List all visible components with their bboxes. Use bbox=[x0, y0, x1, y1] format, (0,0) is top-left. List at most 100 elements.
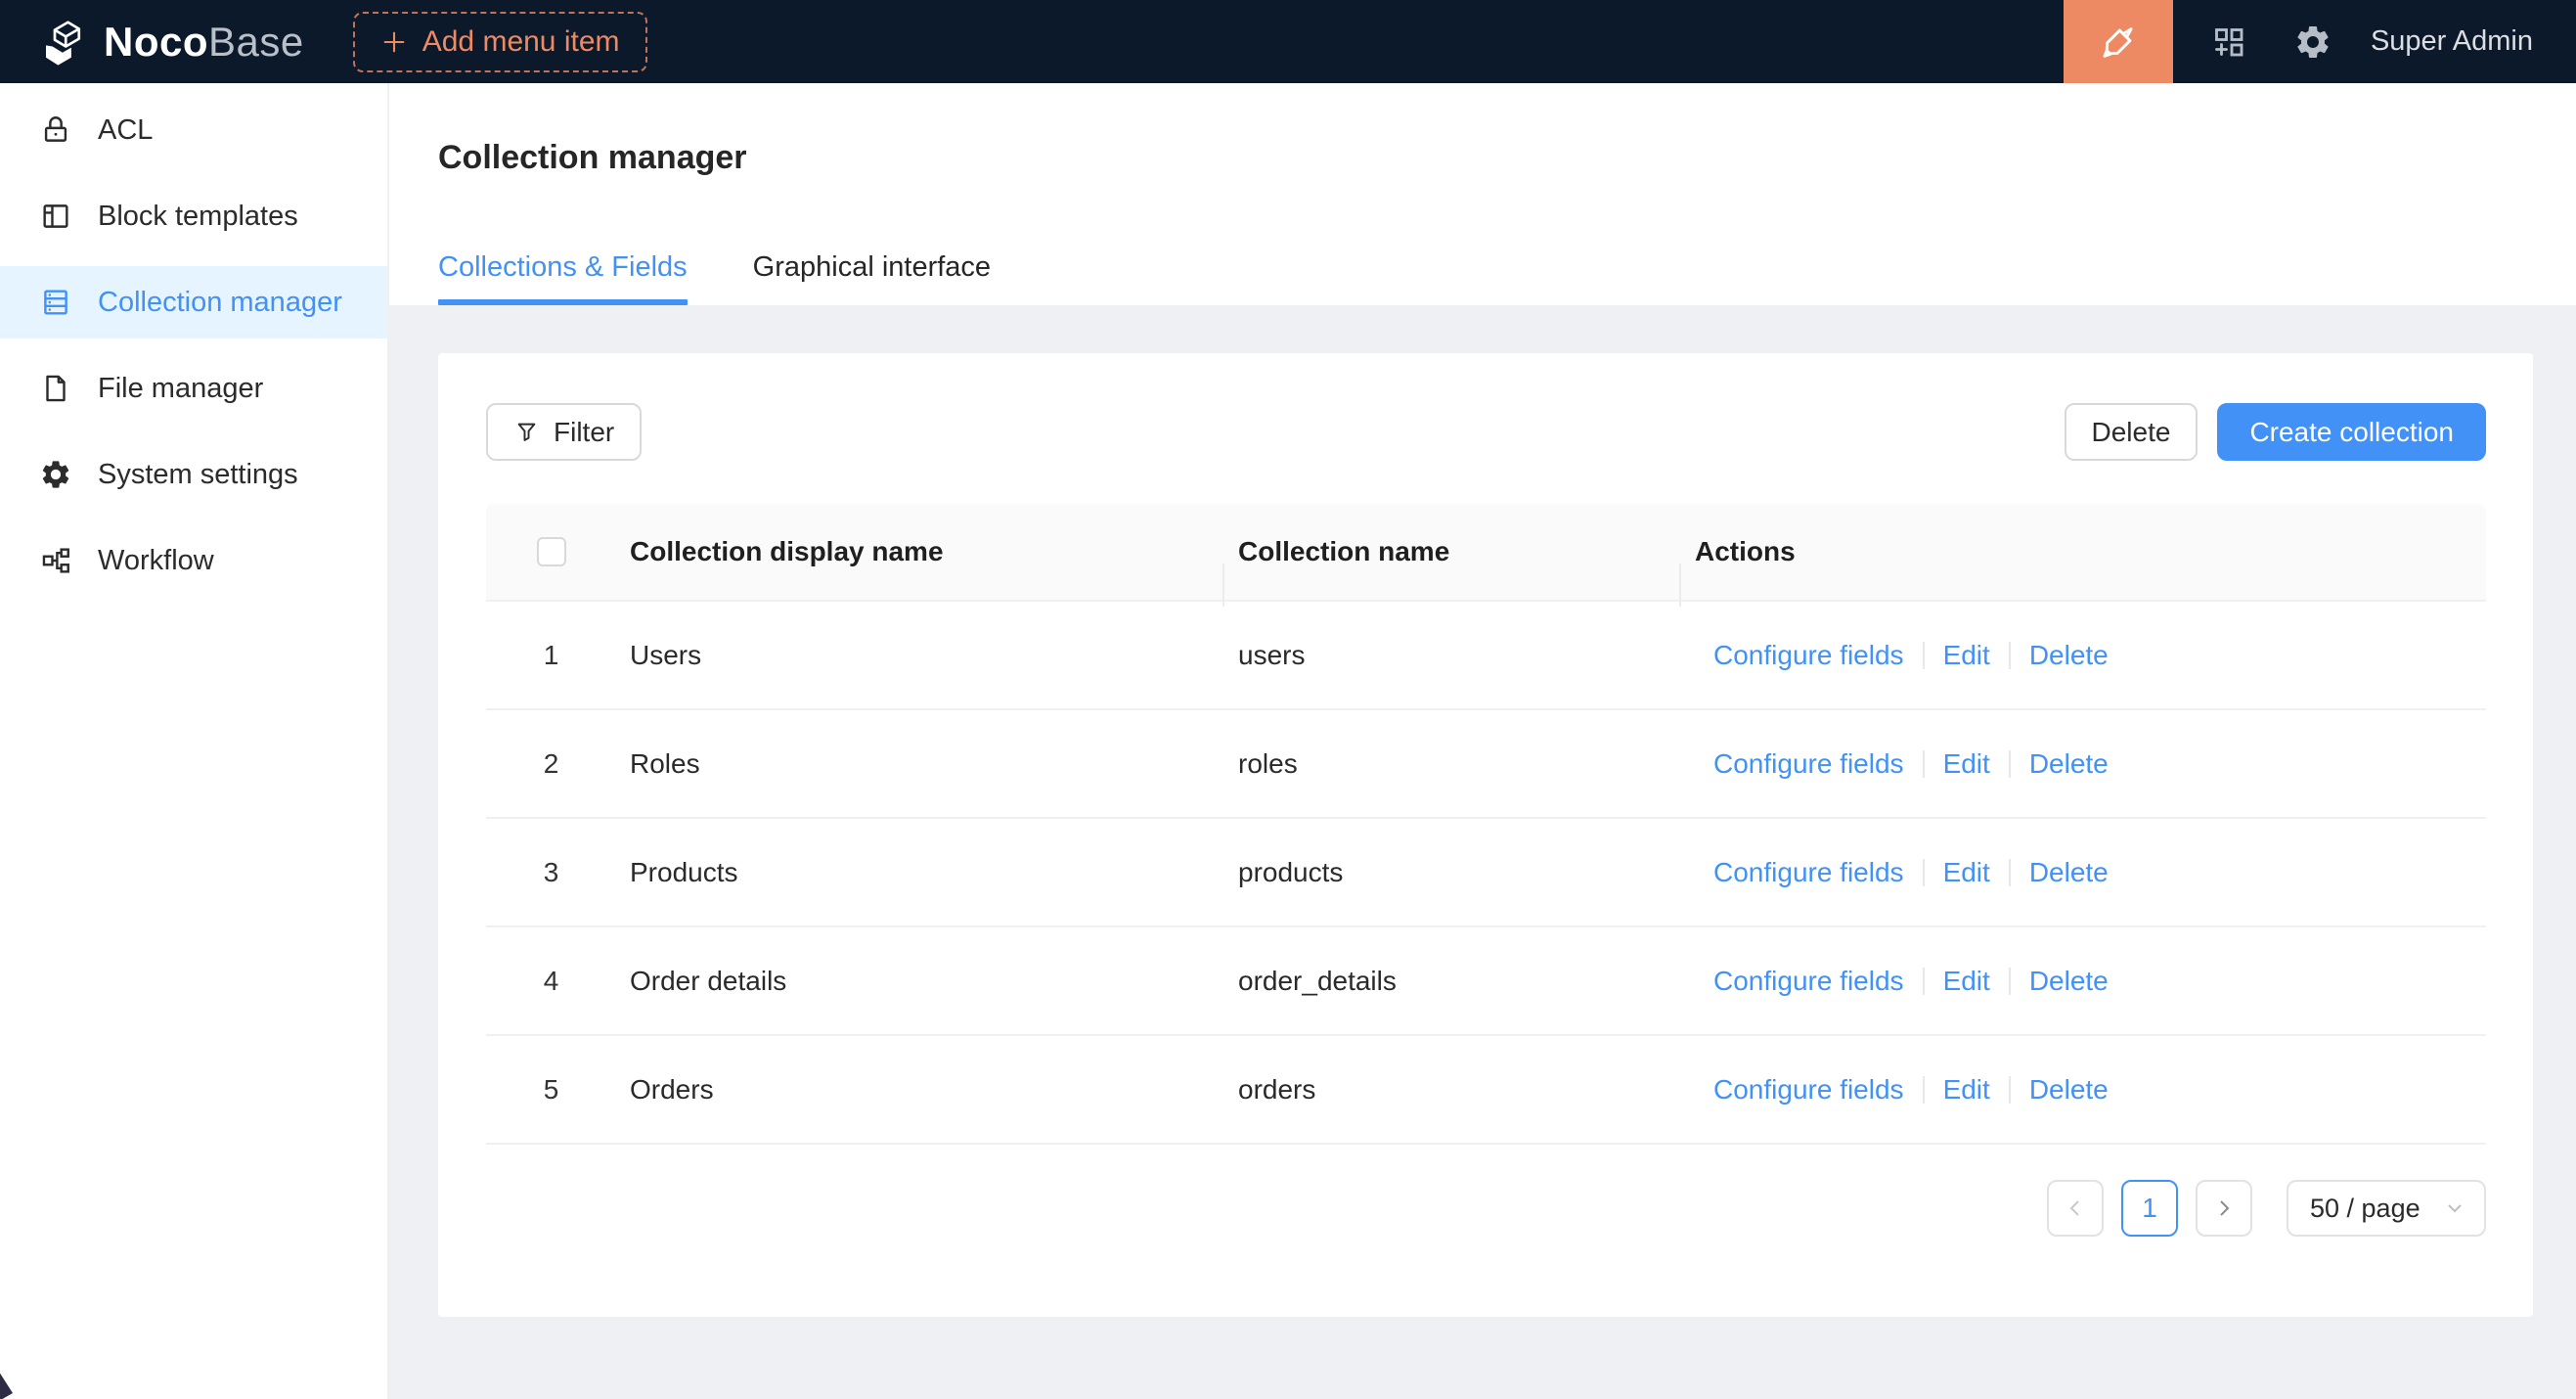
brand-name-bold: Noco bbox=[104, 19, 208, 65]
edit-link[interactable]: Edit bbox=[1943, 640, 1990, 671]
sidebar-item-system-settings[interactable]: System settings bbox=[0, 438, 387, 511]
pagination: 1 50 / page bbox=[486, 1180, 2486, 1237]
filter-icon bbox=[513, 419, 540, 445]
sidebar-item-label: System settings bbox=[98, 459, 298, 491]
header-select-cell bbox=[486, 537, 616, 566]
cell-display-name: Roles bbox=[616, 748, 1224, 780]
content-area: Filter Delete Create collection bbox=[389, 305, 2576, 1399]
appstore-add-icon bbox=[2209, 23, 2248, 62]
brand-name-light: Base bbox=[208, 19, 304, 65]
create-collection-label: Create collection bbox=[2249, 417, 2454, 448]
table-row: 5 Orders orders Configure fields Edit Dele… bbox=[486, 1036, 2486, 1145]
settings-button[interactable] bbox=[2285, 0, 2341, 83]
sidebar-item-acl[interactable]: ACL bbox=[0, 94, 387, 166]
edit-link[interactable]: Edit bbox=[1943, 748, 1990, 780]
cell-collection-name: users bbox=[1224, 640, 1681, 671]
collections-table: Collection display name Collection name … bbox=[486, 504, 2486, 1145]
topbar-right: Super Admin bbox=[2064, 0, 2576, 83]
configure-fields-link[interactable]: Configure fields bbox=[1713, 857, 1904, 888]
table-row: 3 Products products Configure fields Edit… bbox=[486, 819, 2486, 927]
sidebar-item-block-templates[interactable]: Block templates bbox=[0, 180, 387, 252]
delete-link[interactable]: Delete bbox=[2029, 748, 2109, 780]
configure-fields-link[interactable]: Configure fields bbox=[1713, 966, 1904, 997]
row-index: 2 bbox=[486, 748, 616, 780]
sidebar-item-label: Collection manager bbox=[98, 287, 342, 319]
chevron-right-icon bbox=[2212, 1196, 2236, 1220]
highlighter-icon bbox=[2098, 22, 2139, 63]
toolbar: Filter Delete Create collection bbox=[486, 403, 2486, 461]
tabs: Collections & Fields Graphical interface bbox=[438, 250, 2576, 305]
cell-collection-name: orders bbox=[1224, 1074, 1681, 1106]
pagination-next-button[interactable] bbox=[2196, 1180, 2252, 1237]
layout-icon bbox=[39, 200, 72, 233]
delete-button[interactable]: Delete bbox=[2065, 403, 2198, 461]
plugins-button[interactable] bbox=[2200, 0, 2257, 83]
page-title: Collection manager bbox=[438, 138, 2576, 177]
delete-button-label: Delete bbox=[2092, 417, 2171, 448]
page-header: Collection manager Collections & Fields … bbox=[389, 83, 2576, 305]
row-index: 5 bbox=[486, 1074, 616, 1106]
cell-display-name: Products bbox=[616, 857, 1224, 888]
tab-graphical-interface[interactable]: Graphical interface bbox=[753, 250, 991, 305]
gear-icon bbox=[2293, 23, 2332, 62]
sidebar-item-label: ACL bbox=[98, 114, 153, 147]
column-header-actions: Actions bbox=[1681, 536, 2486, 567]
cell-display-name: Users bbox=[616, 640, 1224, 671]
tab-collections-and-fields[interactable]: Collections & Fields bbox=[438, 250, 688, 305]
cell-actions: Configure fields Edit Delete bbox=[1681, 966, 2486, 997]
user-menu[interactable]: Super Admin bbox=[2371, 25, 2533, 58]
chevron-left-icon bbox=[2064, 1196, 2087, 1220]
filter-button[interactable]: Filter bbox=[486, 403, 642, 461]
sidebar: ACL Block templates Collection manager bbox=[0, 83, 389, 1399]
edit-link[interactable]: Edit bbox=[1943, 857, 1990, 888]
add-menu-item-label: Add menu item bbox=[422, 25, 620, 59]
cell-display-name: Orders bbox=[616, 1074, 1224, 1106]
sidebar-item-label: Workflow bbox=[98, 545, 214, 577]
cell-actions: Configure fields Edit Delete bbox=[1681, 748, 2486, 780]
gear-icon bbox=[39, 458, 72, 491]
delete-link[interactable]: Delete bbox=[2029, 966, 2109, 997]
pagination-page-1[interactable]: 1 bbox=[2121, 1180, 2178, 1237]
sidebar-item-label: File manager bbox=[98, 373, 263, 405]
delete-link[interactable]: Delete bbox=[2029, 857, 2109, 888]
delete-link[interactable]: Delete bbox=[2029, 1074, 2109, 1106]
table-row: 4 Order details order_details Configure … bbox=[486, 927, 2486, 1036]
pagination-prev-button[interactable] bbox=[2047, 1180, 2104, 1237]
cell-actions: Configure fields Edit Delete bbox=[1681, 1074, 2486, 1106]
sidebar-item-collection-manager[interactable]: Collection manager bbox=[0, 266, 387, 338]
workflow-icon bbox=[39, 544, 72, 577]
sidebar-item-workflow[interactable]: Workflow bbox=[0, 524, 387, 597]
configure-fields-link[interactable]: Configure fields bbox=[1713, 640, 1904, 671]
edit-link[interactable]: Edit bbox=[1943, 966, 1990, 997]
add-menu-item-button[interactable]: Add menu item bbox=[353, 12, 647, 72]
cell-collection-name: order_details bbox=[1224, 966, 1681, 997]
table-header-row: Collection display name Collection name … bbox=[486, 504, 2486, 602]
filter-button-label: Filter bbox=[554, 417, 614, 448]
mouse-cursor-artifact bbox=[0, 1366, 30, 1399]
column-header-collection-name: Collection name bbox=[1224, 536, 1681, 567]
ui-editor-button[interactable] bbox=[2064, 0, 2173, 83]
collections-card: Filter Delete Create collection bbox=[438, 353, 2533, 1317]
configure-fields-link[interactable]: Configure fields bbox=[1713, 1074, 1904, 1106]
sidebar-item-file-manager[interactable]: File manager bbox=[0, 352, 387, 425]
delete-link[interactable]: Delete bbox=[2029, 640, 2109, 671]
edit-link[interactable]: Edit bbox=[1943, 1074, 1990, 1106]
tab-label: Graphical interface bbox=[753, 251, 991, 283]
column-header-display-name: Collection display name bbox=[616, 536, 1224, 567]
cell-collection-name: products bbox=[1224, 857, 1681, 888]
configure-fields-link[interactable]: Configure fields bbox=[1713, 748, 1904, 780]
chevron-down-icon bbox=[2443, 1196, 2466, 1220]
current-page-number: 1 bbox=[2142, 1193, 2157, 1224]
cell-collection-name: roles bbox=[1224, 748, 1681, 780]
cell-actions: Configure fields Edit Delete bbox=[1681, 640, 2486, 671]
sidebar-item-label: Block templates bbox=[98, 201, 298, 233]
row-index: 3 bbox=[486, 857, 616, 888]
cell-actions: Configure fields Edit Delete bbox=[1681, 857, 2486, 888]
cube-logo-icon bbox=[37, 16, 90, 68]
create-collection-button[interactable]: Create collection bbox=[2217, 403, 2486, 461]
row-index: 1 bbox=[486, 640, 616, 671]
row-index: 4 bbox=[486, 966, 616, 997]
page-size-select[interactable]: 50 / page bbox=[2287, 1180, 2486, 1237]
select-all-checkbox[interactable] bbox=[537, 537, 566, 566]
nocobase-logo[interactable]: NocoBase bbox=[37, 16, 304, 68]
